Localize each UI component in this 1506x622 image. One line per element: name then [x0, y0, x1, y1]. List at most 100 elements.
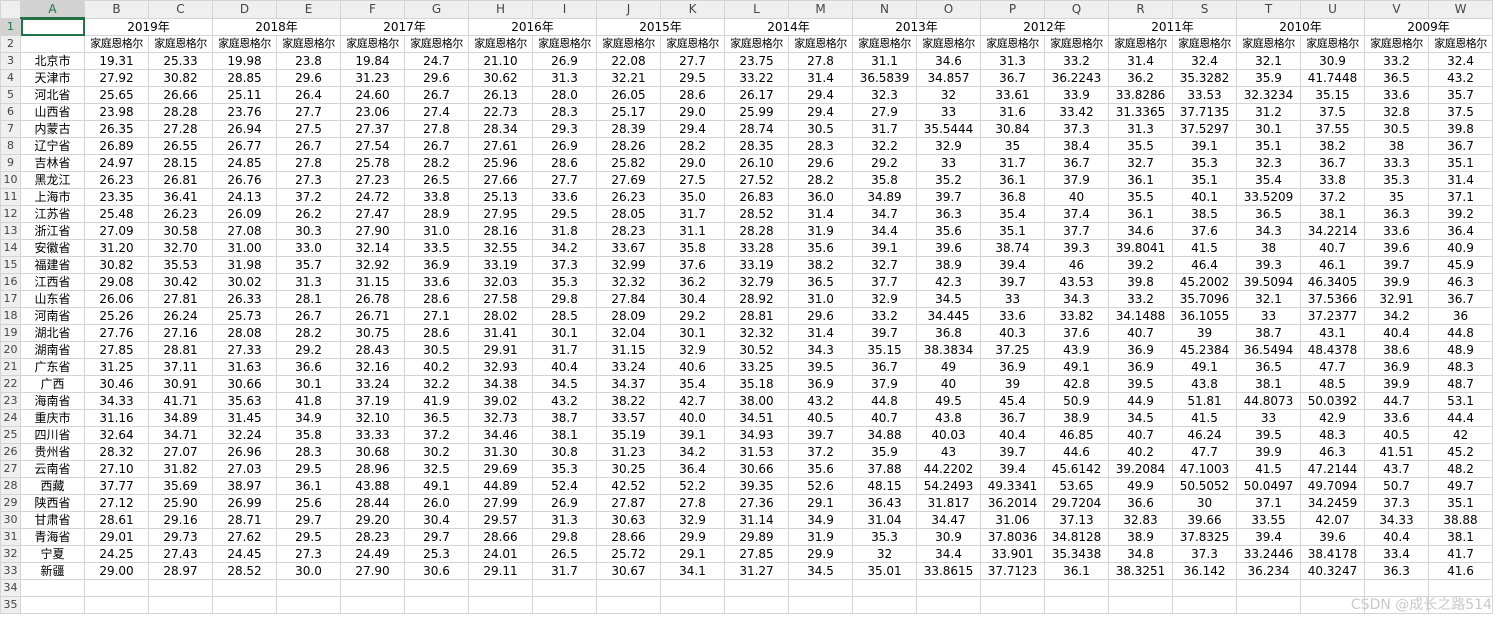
value-cell[interactable]: 26.06 [84, 290, 149, 308]
column-header-i[interactable]: I [532, 0, 597, 19]
value-cell[interactable]: 39.9 [1364, 273, 1429, 291]
value-cell[interactable]: 26.9 [532, 494, 597, 512]
value-cell[interactable]: 28.02 [468, 307, 533, 325]
value-cell[interactable]: 36.7 [1428, 137, 1493, 155]
value-cell[interactable]: 53.65 [1044, 477, 1109, 495]
value-cell[interactable]: 26.7 [276, 137, 341, 155]
province-cell[interactable]: 宁夏 [20, 545, 85, 563]
value-cell[interactable]: 25.17 [596, 103, 661, 121]
value-cell[interactable]: 31.3 [532, 69, 597, 87]
value-cell[interactable]: 35.2 [916, 171, 981, 189]
value-cell[interactable]: 26.76 [212, 171, 277, 189]
row-header-14[interactable]: 14 [0, 239, 21, 257]
value-cell[interactable]: 33.6 [1364, 86, 1429, 104]
value-cell[interactable]: 46.85 [1044, 426, 1109, 444]
value-cell[interactable]: 28.96 [340, 460, 405, 478]
column-header-m[interactable]: M [788, 0, 853, 19]
value-cell[interactable] [596, 579, 661, 597]
value-cell[interactable]: 41.5 [1172, 239, 1237, 257]
value-cell[interactable]: 34.857 [916, 69, 981, 87]
column-header-l[interactable]: L [724, 0, 789, 19]
value-cell[interactable]: 29.7204 [1044, 494, 1109, 512]
value-cell[interactable]: 24.7 [404, 52, 469, 70]
value-cell[interactable]: 27.52 [724, 171, 789, 189]
value-cell[interactable]: 38 [1236, 239, 1301, 257]
value-cell[interactable]: 38.22 [596, 392, 661, 410]
value-cell[interactable]: 38.3834 [916, 341, 981, 359]
value-cell[interactable]: 34.7 [852, 205, 917, 223]
value-cell[interactable]: 23.35 [84, 188, 149, 206]
value-cell[interactable]: 33.2 [852, 307, 917, 325]
value-cell[interactable]: 25.13 [468, 188, 533, 206]
value-cell[interactable]: 28.6 [404, 290, 469, 308]
value-cell[interactable]: 37.2 [788, 443, 853, 461]
value-cell[interactable]: 35.4 [980, 205, 1045, 223]
value-cell[interactable]: 36.6 [1108, 494, 1173, 512]
value-cell[interactable]: 25.65 [84, 86, 149, 104]
column-header-n[interactable]: N [852, 0, 917, 19]
value-cell[interactable]: 27.7 [532, 171, 597, 189]
value-cell[interactable]: 49.3341 [980, 477, 1045, 495]
column-header-b[interactable]: B [84, 0, 149, 19]
value-cell[interactable]: 37.7 [1044, 222, 1109, 240]
column-header-a[interactable]: A [20, 0, 85, 19]
value-cell[interactable]: 26.66 [148, 86, 213, 104]
year-header[interactable]: 2016年 [468, 17, 597, 36]
value-cell[interactable]: 32.64 [84, 426, 149, 444]
value-cell[interactable]: 31.9 [788, 528, 853, 546]
value-cell[interactable]: 31.2 [1236, 103, 1301, 121]
value-cell[interactable]: 30.1 [660, 324, 725, 342]
value-cell[interactable]: 37.7123 [980, 562, 1045, 580]
value-cell[interactable]: 33.28 [724, 239, 789, 257]
value-cell[interactable]: 26.5 [404, 171, 469, 189]
value-cell[interactable] [532, 579, 597, 597]
value-cell[interactable]: 39.9 [1364, 375, 1429, 393]
column-header-u[interactable]: U [1300, 0, 1365, 19]
value-cell[interactable]: 35.3438 [1044, 545, 1109, 563]
value-cell[interactable]: 46.4 [1172, 256, 1237, 274]
value-cell[interactable]: 40.03 [916, 426, 981, 444]
value-cell[interactable]: 35.6 [916, 222, 981, 240]
value-cell[interactable]: 30.6 [404, 562, 469, 580]
value-cell[interactable]: 28.23 [340, 528, 405, 546]
value-cell[interactable]: 27.90 [340, 222, 405, 240]
value-cell[interactable]: 38.2 [788, 256, 853, 274]
value-cell[interactable]: 31.23 [340, 69, 405, 87]
value-cell[interactable]: 22.08 [596, 52, 661, 70]
value-cell[interactable]: 28.35 [724, 137, 789, 155]
value-cell[interactable]: 29.11 [468, 562, 533, 580]
value-cell[interactable]: 34.2459 [1300, 494, 1365, 512]
value-cell[interactable]: 39.7 [852, 324, 917, 342]
row-header-2[interactable]: 2 [0, 35, 21, 53]
value-cell[interactable]: 46.3 [1428, 273, 1493, 291]
value-cell[interactable]: 40.7 [852, 409, 917, 427]
value-cell[interactable]: 33.55 [1236, 511, 1301, 529]
value-cell[interactable]: 37.2 [1300, 188, 1365, 206]
value-cell[interactable]: 31.25 [84, 358, 149, 376]
value-cell[interactable]: 40.7 [1108, 324, 1173, 342]
value-cell[interactable]: 34.4 [852, 222, 917, 240]
value-cell[interactable] [596, 596, 661, 614]
value-cell[interactable]: 38.1 [532, 426, 597, 444]
metric-header[interactable]: 家庭恩格尔 [404, 35, 469, 53]
province-cell[interactable]: 四川省 [20, 426, 85, 444]
value-cell[interactable]: 33.67 [596, 239, 661, 257]
value-cell[interactable]: 29.73 [148, 528, 213, 546]
column-header-r[interactable]: R [1108, 0, 1173, 19]
value-cell[interactable]: 40.0 [660, 409, 725, 427]
value-cell[interactable]: 32.55 [468, 239, 533, 257]
value-cell[interactable]: 38.3251 [1108, 562, 1173, 580]
value-cell[interactable]: 35.7 [1428, 86, 1493, 104]
value-cell[interactable]: 53.1 [1428, 392, 1493, 410]
province-cell[interactable]: 重庆市 [20, 409, 85, 427]
value-cell[interactable]: 47.1003 [1172, 460, 1237, 478]
value-cell[interactable]: 37.5 [1300, 103, 1365, 121]
value-cell[interactable]: 36.9 [1108, 358, 1173, 376]
value-cell[interactable]: 39.7 [980, 273, 1045, 291]
value-cell[interactable]: 32.04 [596, 324, 661, 342]
province-cell[interactable]: 福建省 [20, 256, 85, 274]
value-cell[interactable]: 37.4 [1044, 205, 1109, 223]
value-cell[interactable]: 32.4 [1172, 52, 1237, 70]
value-cell[interactable]: 35.4 [1236, 171, 1301, 189]
value-cell[interactable]: 38.88 [1428, 511, 1493, 529]
